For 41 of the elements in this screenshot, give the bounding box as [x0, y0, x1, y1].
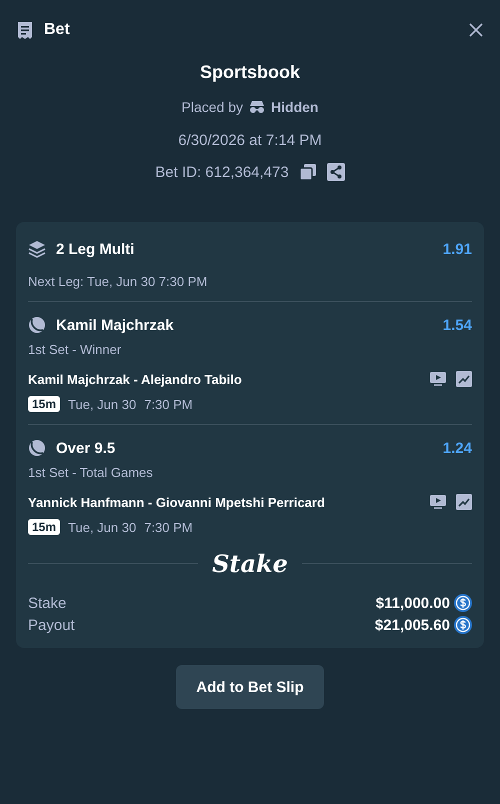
- leg-odds: 1.54: [442, 316, 472, 334]
- event-date: Tue, Jun 30: [68, 520, 136, 534]
- receipt-icon: [16, 20, 34, 40]
- incognito-icon: [248, 100, 266, 114]
- total-label: Stake: [28, 594, 68, 612]
- tv-play-icon[interactable]: [430, 372, 446, 386]
- stats-chart-icon[interactable]: [456, 371, 472, 387]
- share-icon[interactable]: [326, 163, 345, 181]
- tv-play-icon[interactable]: [430, 495, 446, 509]
- leg-odds: 1.24: [442, 440, 472, 456]
- layers-icon: [28, 240, 46, 258]
- market-name: 1st Set - Total Games: [28, 465, 154, 480]
- live-badge: 15m: [28, 519, 60, 535]
- event-date: Tue, Jun 30: [68, 396, 136, 412]
- close-button[interactable]: [468, 22, 484, 38]
- selection-name: Over 9.5: [56, 440, 116, 456]
- stats-chart-icon[interactable]: [456, 494, 472, 510]
- bet-id: Bet ID: 612,364,473: [155, 164, 289, 180]
- market-name: 1st Set - Winner: [28, 342, 122, 357]
- total-amount: $11,000.00: [376, 594, 450, 612]
- dollar-coin-icon: [454, 594, 472, 612]
- copy-icon[interactable]: [298, 163, 317, 181]
- dollar-coin-icon: [454, 616, 472, 634]
- multi-title: 2 Leg Multi: [56, 240, 136, 258]
- total-label: Payout: [28, 616, 76, 634]
- total-amount: $21,005.60: [374, 616, 450, 634]
- add-to-bet-slip-button[interactable]: Add to Bet Slip: [176, 665, 324, 709]
- placed-by-user: Hidden: [271, 99, 318, 115]
- event-time: 7:30 PM: [144, 396, 193, 412]
- selection-name: Kamil Majchrzak: [56, 316, 175, 334]
- placed-by-label: Placed by: [182, 99, 244, 115]
- total-odds: 1.91: [442, 240, 472, 258]
- live-badge: 15m: [28, 396, 60, 412]
- modal-title: Bet: [44, 21, 71, 39]
- sportsbook-title: Sportsbook: [200, 62, 300, 84]
- bet-datetime: 6/30/2026 at 7:14 PM: [178, 130, 322, 150]
- event-time: 7:30 PM: [144, 520, 193, 534]
- event-name[interactable]: Kamil Majchrzak - Alejandro Tabilo: [28, 372, 420, 386]
- event-name[interactable]: Yannick Hanfmann - Giovanni Mpetshi Perricard: [28, 494, 420, 510]
- stake-logo: Stake: [212, 549, 288, 578]
- next-leg-time: Next Leg: Tue, Jun 30 7:30 PM: [28, 274, 208, 289]
